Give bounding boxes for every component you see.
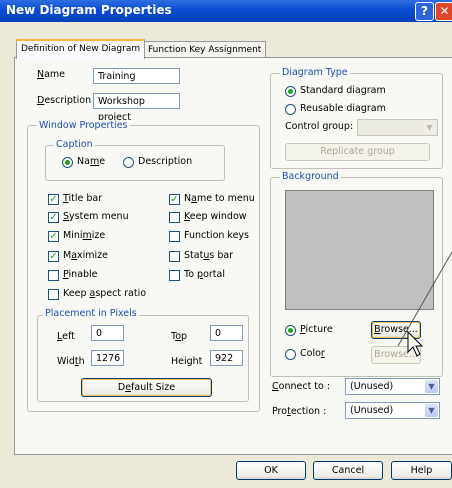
protection-value: (Unused) (350, 405, 394, 416)
default-size-button[interactable]: Default Size (81, 378, 212, 397)
top-input[interactable]: 0 (210, 325, 243, 341)
chevron-down-icon: ▼ (425, 404, 438, 417)
title-bar-checkbox[interactable]: ✓ (48, 194, 59, 205)
protection-select[interactable]: (Unused) ▼ (345, 402, 440, 419)
color-label: Color (300, 348, 325, 359)
function-keys-checkbox[interactable] (169, 231, 180, 242)
control-group-select[interactable]: ▼ (357, 119, 438, 136)
left-input[interactable]: 0 (91, 325, 124, 341)
name-to-menu-checkbox[interactable]: ✓ (169, 194, 180, 205)
placement-title: Placement in Pixels (43, 308, 139, 319)
color-radio[interactable] (285, 349, 296, 360)
help-button[interactable]: Help (391, 461, 452, 480)
protection-label: Protection : (272, 406, 327, 417)
cancel-button[interactable]: Cancel (313, 461, 383, 480)
tab-definition[interactable]: Definition of New Diagram (16, 39, 146, 59)
standard-diagram-radio[interactable] (285, 86, 296, 97)
maximize-checkbox[interactable]: ✓ (48, 251, 59, 262)
caption-description-radio[interactable] (123, 157, 134, 168)
height-input[interactable]: 922 (210, 350, 243, 366)
keep-aspect-ratio-checkbox[interactable] (48, 289, 59, 300)
maximize-label: Maximize (63, 250, 109, 261)
caption-name-radio[interactable] (62, 157, 73, 168)
caption-title: Caption (54, 139, 95, 150)
width-label: Width (57, 356, 85, 367)
function-keys-label: Function keys (184, 230, 250, 241)
background-title: Background (280, 171, 341, 182)
pinable-checkbox[interactable] (48, 270, 59, 281)
chevron-down-icon: ▼ (425, 380, 438, 393)
keep-aspect-ratio-label: Keep aspect ratio (63, 288, 147, 299)
pinable-label: Pinable (63, 269, 98, 280)
name-label: Name (37, 69, 66, 80)
window-title: New Diagram Properties (6, 3, 172, 17)
tab-function-keys[interactable]: Function Key Assignment (143, 41, 267, 58)
window-properties-title: Window Properties (37, 120, 130, 131)
standard-diagram-label: Standard diagram (300, 85, 386, 96)
close-button[interactable]: ✕ (435, 2, 452, 21)
connect-to-select[interactable]: (Unused) ▼ (345, 378, 440, 395)
picture-radio[interactable] (285, 325, 296, 336)
description-input[interactable]: Workshop project (93, 93, 180, 123)
connect-to-label: Connect to : (272, 381, 331, 392)
pointer-callout (397, 251, 452, 357)
callout-line (397, 251, 452, 347)
system-menu-label: System menu (63, 211, 129, 222)
description-label: Description (37, 95, 92, 106)
width-input[interactable]: 1276 (91, 350, 124, 366)
control-group-label: Control group: (285, 121, 354, 132)
name-input[interactable]: Training (93, 68, 180, 84)
hand-cursor-icon (407, 330, 424, 357)
status-bar-checkbox[interactable] (169, 251, 180, 262)
left-label: Left (57, 331, 75, 342)
picture-label: Picture (300, 324, 333, 335)
caption-description-label: Description (138, 156, 193, 167)
ok-button[interactable]: OK (236, 461, 306, 480)
keep-window-label: Keep window (184, 211, 247, 222)
connect-to-value: (Unused) (350, 381, 394, 392)
reusable-diagram-radio[interactable] (285, 104, 296, 115)
height-label: Height (171, 356, 203, 367)
minimize-label: Minimize (63, 230, 106, 241)
to-portal-label: To portal (184, 269, 225, 280)
chevron-down-icon: ▼ (423, 121, 436, 134)
reusable-diagram-label: Reusable diagram (300, 103, 386, 114)
top-label: Top (171, 331, 188, 342)
help-title-button[interactable]: ? (415, 2, 434, 21)
keep-window-checkbox[interactable] (169, 212, 180, 223)
system-menu-checkbox[interactable]: ✓ (48, 212, 59, 223)
title-bar-label: Title bar (63, 193, 103, 204)
caption-name-label: Name (77, 156, 106, 167)
diagram-type-title: Diagram Type (280, 67, 350, 78)
status-bar-label: Status bar (184, 250, 234, 261)
replicate-group-button[interactable]: Replicate group (285, 143, 430, 161)
name-to-menu-label: Name to menu (184, 193, 255, 204)
minimize-checkbox[interactable]: ✓ (48, 231, 59, 242)
to-portal-checkbox[interactable] (169, 270, 180, 281)
